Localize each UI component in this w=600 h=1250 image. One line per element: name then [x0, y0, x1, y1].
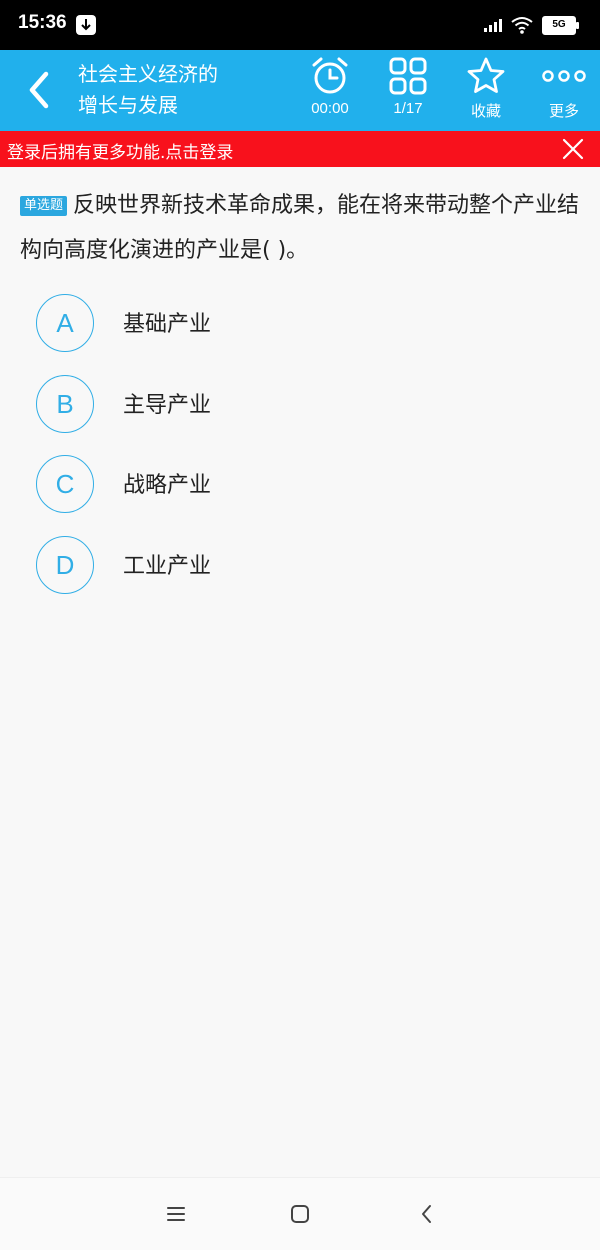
download-icon — [76, 15, 96, 35]
option-b-letter: B — [36, 375, 94, 433]
home-button[interactable] — [286, 1200, 314, 1228]
timer-button[interactable]: 00:00 — [295, 56, 365, 128]
back-icon — [29, 71, 49, 109]
more-button[interactable]: 更多 — [529, 56, 599, 128]
menu-icon — [167, 1207, 185, 1221]
battery-icon: 5G — [542, 15, 579, 35]
option-a-text: 基础产业 — [123, 312, 212, 337]
option-a-letter: A — [36, 294, 94, 352]
option-d[interactable]: D 工业产业 — [36, 536, 456, 596]
status-bar: 15:36 5G — [0, 0, 600, 50]
option-b[interactable]: B 主导产业 — [36, 375, 456, 435]
login-prompt-link[interactable]: 登录后拥有更多功能.点击登录 — [7, 138, 233, 163]
home-icon — [291, 1205, 309, 1223]
option-a[interactable]: A 基础产业 — [36, 294, 456, 354]
close-icon — [562, 138, 584, 160]
network-label: 5G — [552, 19, 566, 30]
app-header: 社会主义经济的 增长与发展 00:00 1/17 收藏 更多 — [0, 50, 600, 131]
option-d-text: 工业产业 — [123, 554, 212, 579]
more-dots-icon — [542, 70, 586, 82]
favorite-label: 收藏 — [470, 103, 501, 120]
alarm-clock-icon — [312, 57, 348, 94]
menu-button[interactable] — [162, 1200, 190, 1228]
system-nav-bar — [0, 1177, 600, 1250]
option-c-text: 战略产业 — [123, 473, 212, 498]
option-c-letter: C — [36, 455, 94, 513]
question-stem: 单选题 反映世界新技术革命成果，能在将来带动整个产业结构向高度化演进的产业是( )… — [20, 183, 590, 273]
page-title: 社会主义经济的 增长与发展 — [78, 59, 288, 121]
progress-button[interactable]: 1/17 — [373, 56, 443, 128]
option-b-text: 主导产业 — [123, 393, 212, 418]
grid-icon — [389, 57, 427, 95]
back-button[interactable] — [20, 68, 60, 112]
login-banner[interactable]: 登录后拥有更多功能.点击登录 — [0, 131, 600, 167]
status-icons: 5G — [484, 13, 579, 37]
page-title-line1: 社会主义经济的 — [78, 62, 218, 86]
back-nav-button[interactable] — [413, 1200, 441, 1228]
progress-label: 1/17 — [393, 100, 423, 117]
favorite-button[interactable]: 收藏 — [451, 56, 521, 128]
page-title-line2: 增长与发展 — [78, 93, 178, 117]
question-type-badge: 单选题 — [20, 196, 68, 216]
timer-label: 00:00 — [311, 100, 349, 117]
option-c[interactable]: C 战略产业 — [36, 455, 456, 515]
signal-icon — [484, 17, 502, 33]
star-icon — [467, 57, 505, 93]
option-d-letter: D — [36, 536, 94, 594]
back-nav-icon — [422, 1205, 431, 1223]
more-label: 更多 — [548, 103, 579, 120]
question-text: 反映世界新技术革命成果，能在将来带动整个产业结构向高度化演进的产业是( )。 — [20, 193, 580, 263]
status-time: 15:36 — [18, 12, 67, 33]
close-banner-button[interactable] — [562, 138, 584, 160]
wifi-icon — [510, 16, 534, 34]
